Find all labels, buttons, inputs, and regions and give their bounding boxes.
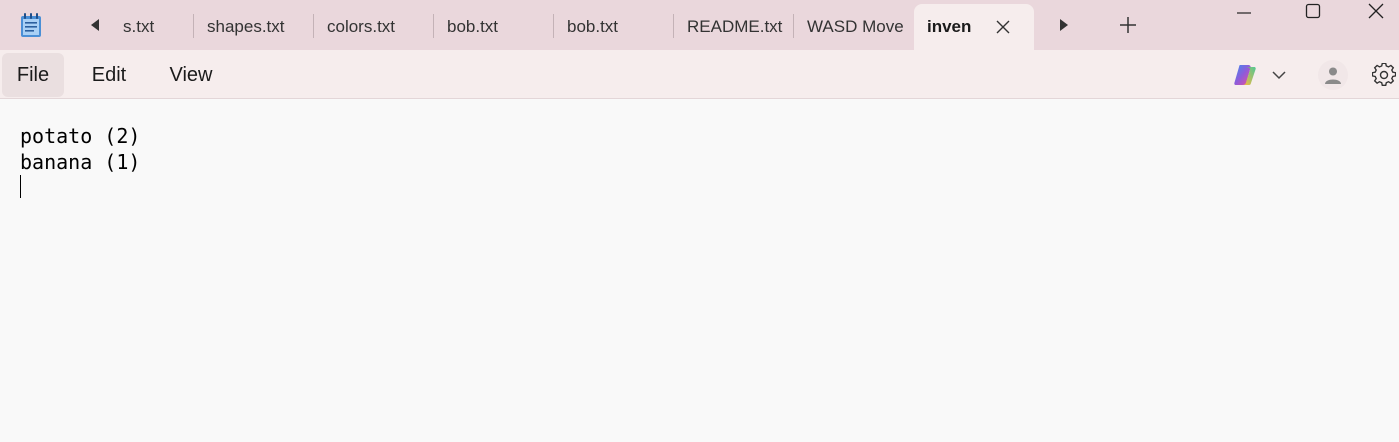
text-editor[interactable]: potato (2) banana (1) bbox=[0, 100, 1399, 442]
maximize-button[interactable] bbox=[1290, 0, 1336, 26]
tab-label: README.txt bbox=[687, 17, 783, 36]
editor-line: potato (2) bbox=[20, 124, 141, 148]
close-tab-icon[interactable] bbox=[992, 16, 1014, 38]
tab-colors-txt[interactable]: colors.txt bbox=[314, 4, 433, 50]
new-tab-button[interactable] bbox=[1114, 13, 1142, 41]
title-bar: s.txt shapes.txt colors.txt bob.txt bob.… bbox=[0, 0, 1399, 50]
tab-wasd-move[interactable]: WASD Move bbox=[794, 4, 913, 50]
close-icon bbox=[1368, 3, 1384, 24]
notepad-icon bbox=[19, 12, 43, 38]
tab-shapes-txt[interactable]: shapes.txt bbox=[194, 4, 313, 50]
tab-label: WASD Move bbox=[807, 17, 904, 36]
tab-inven-active[interactable]: inven bbox=[914, 4, 1034, 50]
menu-edit-label: Edit bbox=[91, 63, 127, 86]
tab-label: bob.txt bbox=[447, 17, 499, 36]
editor-line: banana (1) bbox=[20, 150, 141, 174]
tab-label: colors.txt bbox=[327, 17, 396, 36]
close-window-button[interactable] bbox=[1353, 0, 1399, 26]
caret-right-icon bbox=[1059, 18, 1069, 36]
caret-left-icon bbox=[90, 18, 100, 36]
maximize-icon bbox=[1305, 3, 1321, 24]
menu-file-label: File bbox=[16, 63, 50, 86]
menu-edit[interactable]: Edit bbox=[78, 53, 140, 97]
menu-bar: File Edit View bbox=[0, 50, 1399, 99]
minimize-icon bbox=[1236, 3, 1252, 24]
tab-s-txt[interactable]: s.txt bbox=[110, 4, 194, 50]
scroll-tabs-left-button[interactable] bbox=[82, 12, 108, 42]
chevron-down-icon[interactable] bbox=[1268, 64, 1290, 86]
tab-bob-txt-2[interactable]: bob.txt bbox=[554, 4, 673, 50]
minimize-button[interactable] bbox=[1221, 0, 1267, 26]
copilot-icon[interactable] bbox=[1232, 62, 1258, 88]
tab-readme-txt[interactable]: README.txt bbox=[674, 4, 793, 50]
menu-view[interactable]: View bbox=[157, 53, 225, 97]
plus-icon bbox=[1119, 16, 1137, 39]
scroll-tabs-right-button[interactable] bbox=[1051, 12, 1077, 42]
text-caret bbox=[20, 175, 21, 198]
tab-bob-txt[interactable]: bob.txt bbox=[434, 4, 553, 50]
account-icon[interactable] bbox=[1318, 60, 1348, 90]
tab-label: shapes.txt bbox=[207, 17, 285, 36]
tab-label: inven bbox=[927, 17, 972, 36]
gear-icon[interactable] bbox=[1370, 61, 1398, 89]
tab-label: bob.txt bbox=[567, 17, 619, 36]
tab-label: s.txt bbox=[123, 17, 155, 36]
menu-view-label: View bbox=[169, 63, 213, 86]
menu-file[interactable]: File bbox=[2, 53, 64, 97]
